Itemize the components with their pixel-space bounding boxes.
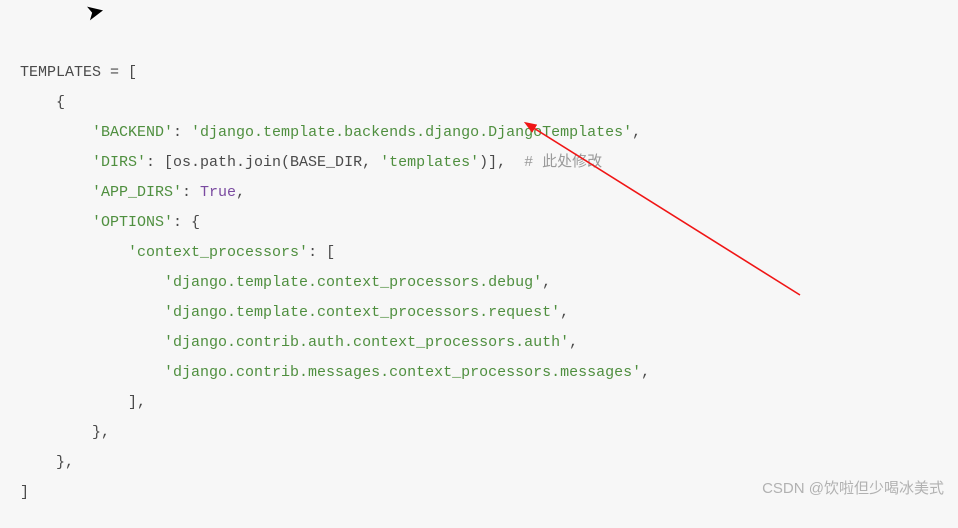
code-line: 'DIRS': [os.path.join(BASE_DIR, 'templat… [20, 154, 602, 171]
code-line: TEMPLATES = [ [20, 64, 137, 81]
watermark: CSDN @饮啦但少喝冰美式 [762, 477, 944, 498]
code-line: 'django.template.context_processors.debu… [20, 274, 551, 291]
code-line: 'context_processors': [ [20, 244, 335, 261]
code-line: 'django.template.context_processors.requ… [20, 304, 569, 321]
code-line: ] [20, 484, 29, 501]
code-line: 'django.contrib.messages.context_process… [20, 364, 650, 381]
code-line: }, [20, 424, 110, 441]
code-line: 'BACKEND': 'django.template.backends.dja… [20, 124, 641, 141]
code-line: { [20, 94, 65, 111]
code-line: 'APP_DIRS': True, [20, 184, 245, 201]
code-block: TEMPLATES = [ { 'BACKEND': 'django.templ… [0, 0, 958, 528]
code-line: }, [20, 454, 74, 471]
code-line: 'django.contrib.auth.context_processors.… [20, 334, 578, 351]
code-line: ], [20, 394, 146, 411]
code-line: 'OPTIONS': { [20, 214, 200, 231]
